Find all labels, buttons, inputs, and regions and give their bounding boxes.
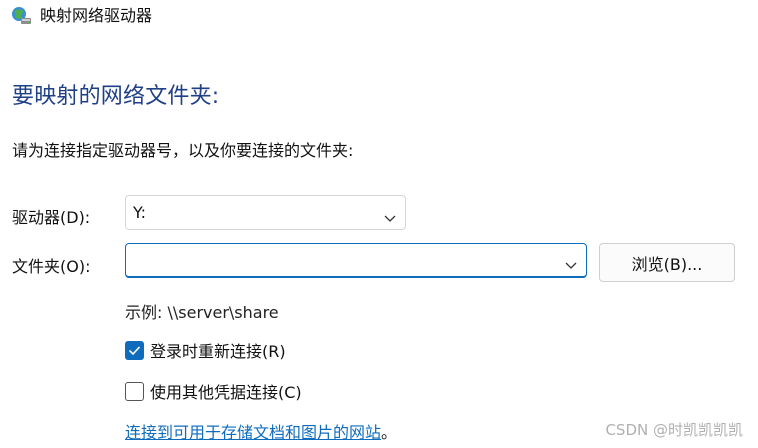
chevron-down-icon[interactable] bbox=[564, 255, 578, 269]
website-link-row: 连接到可用于存储文档和图片的网站。 bbox=[125, 419, 397, 443]
drive-select[interactable]: Y: bbox=[125, 195, 406, 230]
chevron-down-icon bbox=[383, 208, 397, 222]
website-link[interactable]: 连接到可用于存储文档和图片的网站 bbox=[125, 423, 381, 442]
folder-label: 文件夹(O): bbox=[12, 257, 91, 276]
other-credentials-option[interactable]: 使用其他凭据连接(C) bbox=[125, 379, 302, 403]
link-suffix: 。 bbox=[381, 423, 398, 442]
watermark: CSDN @时凯凯凯凯 bbox=[605, 421, 743, 439]
other-credentials-label: 使用其他凭据连接(C) bbox=[150, 383, 302, 402]
drive-label: 驱动器(D): bbox=[12, 208, 91, 227]
drive-select-value: Y: bbox=[133, 203, 147, 222]
network-drive-icon bbox=[10, 5, 32, 27]
checkmark-icon bbox=[128, 345, 141, 355]
page-heading: 要映射的网络文件夹: bbox=[12, 84, 220, 109]
reconnect-option[interactable]: 登录时重新连接(R) bbox=[125, 338, 286, 362]
reconnect-label: 登录时重新连接(R) bbox=[150, 342, 286, 361]
other-credentials-checkbox[interactable] bbox=[125, 381, 144, 401]
map-network-drive-dialog: 映射网络驱动器 要映射的网络文件夹: 请为连接指定驱动器号，以及你要连接的文件夹… bbox=[0, 0, 758, 448]
instruction-text: 请为连接指定驱动器号，以及你要连接的文件夹: bbox=[12, 141, 354, 160]
reconnect-checkbox[interactable] bbox=[125, 340, 144, 360]
title-bar: 映射网络驱动器 bbox=[10, 4, 152, 28]
example-text: 示例: \\server\share bbox=[125, 303, 279, 322]
folder-input[interactable] bbox=[125, 243, 587, 278]
browse-button[interactable]: 浏览(B)... bbox=[599, 243, 735, 282]
window-title: 映射网络驱动器 bbox=[40, 6, 153, 25]
